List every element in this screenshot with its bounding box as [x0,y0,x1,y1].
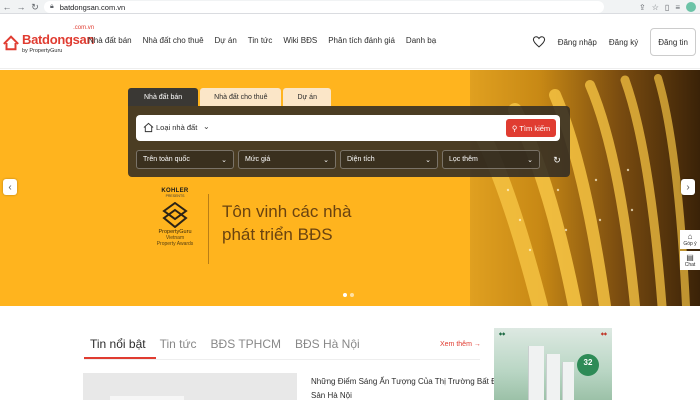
site-header: .com.vn Batdongsan by PropertyGuru Nhà đ… [0,14,700,69]
tab-nha-dat-ban[interactable]: Nhà đất bán [128,88,199,106]
banner-divider [208,194,209,264]
arrow-right-icon: → [473,341,481,348]
filter-label: Trên toàn quốc [143,156,190,163]
logo-tagline: by PropertyGuru [22,47,63,54]
feedback-button[interactable]: ⌂ Góp ý [680,230,700,249]
register-link[interactable]: Đăng ký [609,38,638,47]
bookmark-star-icon[interactable]: ☆ [652,3,659,12]
filter-label: Lọc thêm [449,156,478,163]
tabs-divider [84,359,480,360]
forward-icon[interactable]: → [14,0,28,14]
search-panel: Loại nhà đất ⌄ ⚲ Tìm kiếm Trên toàn quốc… [128,106,570,177]
prev-slide-button[interactable]: ‹ [3,179,17,195]
login-link[interactable]: Đăng nhập [558,38,597,47]
side-tools: ⌂ Góp ý ▤ Chat [680,230,700,270]
search-button-label: Tìm kiếm [519,123,551,133]
slide-dot[interactable] [343,293,347,297]
banner-headline-line-2: phát triển BĐS [222,224,333,244]
tab-tin-tuc[interactable]: Tin tức [160,337,197,351]
banner-headline-line-1: Tôn vinh các nhà [222,202,352,221]
post-listing-button[interactable]: Đăng tin [650,28,696,56]
banner-headline: Tôn vinh các nhà phát triển BĐS [222,201,392,247]
search-tabs: Nhà đất bán Nhà đất cho thuê Dự án [128,88,331,106]
nav-item-danh-ba[interactable]: Danh bạ [406,36,436,45]
tab-tin-noi-bat[interactable]: Tin nổi bật [90,337,146,351]
address-bar[interactable]: 🔒︎ batdongsan.com.vn [44,1,604,13]
back-icon[interactable]: ← [0,0,14,14]
slide-dot[interactable] [350,293,354,297]
address-url: batdongsan.com.vn [59,2,126,12]
ad-badge-number: 32 [583,358,593,367]
area-filter[interactable]: Diện tích ⌄ [340,150,438,169]
tab-du-an[interactable]: Dự án [283,88,331,106]
search-icon: ⚲ [511,123,518,133]
propertyguru-logo-icon [162,202,188,228]
heart-icon[interactable] [532,35,546,49]
chevron-down-icon: ⌄ [221,156,227,164]
feedback-icon: ⌂ [687,232,693,241]
ad-badge: 32 [577,354,599,376]
award-brand-block: KOHLER PRESENTS PropertyGuru Vietnam Pro… [150,188,200,247]
house-icon [143,122,154,133]
price-filter[interactable]: Mức giá ⌄ [238,150,336,169]
award-brand-program: Property Awards [156,241,194,247]
see-more-label: Xem thêm [440,341,472,348]
ad-brand-mark: ◆◆ [600,331,607,336]
search-button[interactable]: ⚲ Tìm kiếm [506,119,556,137]
lock-icon: 🔒︎ [50,3,54,10]
nav-item-tin-tuc[interactable]: Tin tức [248,36,273,45]
profile-avatar[interactable] [686,2,696,12]
chat-label: Chat [684,262,696,268]
news-tabs: Tin nổi bật Tin tức BĐS TPHCM BĐS Hà Nội [90,337,374,351]
search-filters: Trên toàn quốc ⌄ Mức giá ⌄ Diện tích ⌄ Lọc … [136,150,540,169]
ad-logo: ◆◆ [499,331,506,336]
site-logo[interactable]: .com.vn Batdongsan by PropertyGuru [2,25,95,54]
advertisement-banner[interactable]: ◆◆ ◆◆ 32 [494,328,612,400]
chevron-down-icon: ⌄ [425,156,431,164]
tower-illustration [528,346,544,400]
logo-domain: .com.vn [73,24,95,31]
chevron-down-icon: ⌄ [527,156,533,164]
share-icon[interactable]: ⇪ [639,3,646,12]
tower-illustration [546,354,560,400]
tab-bds-ha-noi[interactable]: BĐS Hà Nội [295,337,360,351]
tower-illustration [562,362,574,400]
news-headline[interactable]: Những Điểm Sáng Ấn Tượng Của Thị Trường … [311,375,511,400]
reset-icon[interactable]: ↻ [550,153,564,167]
feedback-label: Góp ý [683,241,697,247]
more-filter[interactable]: Lọc thêm ⌄ [442,150,540,169]
next-slide-button[interactable]: › [681,179,695,195]
chevron-down-icon[interactable]: ⌄ [203,122,210,131]
chat-icon: ▤ [686,253,694,262]
property-type-select[interactable]: Loại nhà đất [156,123,197,132]
location-filter[interactable]: Trên toàn quốc ⌄ [136,150,234,169]
logo-name: Batdongsan [22,31,95,47]
menu-icon[interactable]: ≡ [675,3,680,12]
main-nav: Nhà đất bán Nhà đất cho thuê Dự án Tin t… [88,36,447,45]
extension-icon[interactable]: ▯ [665,3,669,12]
slide-indicators [343,293,354,297]
tab-nha-dat-cho-thue[interactable]: Nhà đất cho thuê [200,88,282,106]
see-more-link[interactable]: Xem thêm → [440,341,481,348]
logo-house-icon [3,35,19,51]
nav-item-phan-tich[interactable]: Phân tích đánh giá [328,36,395,45]
tab-bds-tphcm[interactable]: BĐS TPHCM [211,337,281,351]
nav-item-wiki-bds[interactable]: Wiki BĐS [283,36,317,45]
nav-item-nha-dat-cho-thue[interactable]: Nhà đất cho thuê [143,36,204,45]
news-thumbnail-overlay [110,396,184,400]
search-box[interactable]: Loại nhà đất ⌄ ⚲ Tìm kiếm [136,115,560,141]
browser-toolbar: ← → ↻ 🔒︎ batdongsan.com.vn ⇪ ☆ ▯ ≡ [0,0,700,14]
sponsor-presents: PRESENTS [165,194,185,198]
filter-label: Diện tích [347,156,375,163]
reload-icon[interactable]: ↻ [28,0,42,14]
chat-button[interactable]: ▤ Chat [680,251,700,270]
nav-item-du-an[interactable]: Dự án [215,36,237,45]
filter-label: Mức giá [245,156,271,163]
chevron-down-icon: ⌄ [323,156,329,164]
nav-item-nha-dat-ban[interactable]: Nhà đất bán [88,36,132,45]
